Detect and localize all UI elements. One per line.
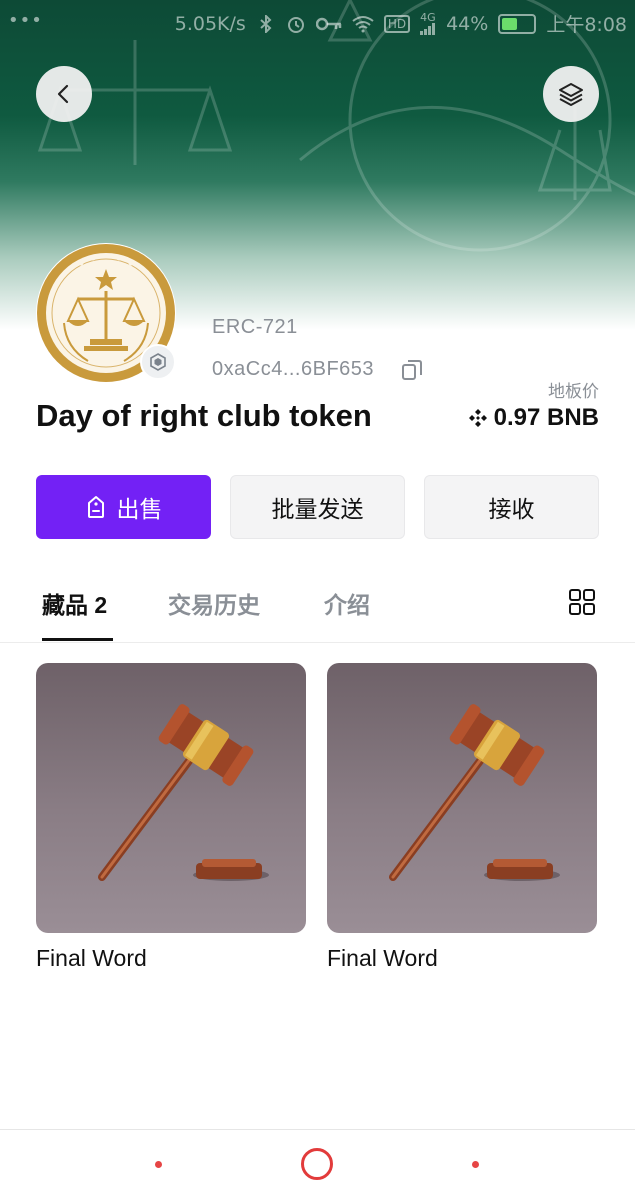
battery-icon (498, 13, 537, 34)
hd-badge: HD (383, 14, 411, 33)
nft-image (36, 663, 306, 933)
floor-price: 0.97 BNB (468, 404, 599, 432)
tab-introduction[interactable]: 介绍 (324, 586, 370, 620)
signal-icon (420, 23, 436, 35)
active-tab-indicator (42, 638, 113, 641)
token-standard: ERC-721 (212, 316, 298, 338)
nft-card[interactable]: Final Word (327, 663, 597, 972)
chain-cube-icon (150, 353, 166, 371)
alarm-icon (287, 16, 304, 33)
floor-price-label: 地板价 (548, 382, 599, 401)
status-right: 5.05K/s HD 4G 44% 上午8:08 (175, 10, 627, 37)
price-tag-icon (87, 496, 104, 518)
nft-image (327, 663, 597, 933)
floor-price-value: 0.97 BNB (493, 404, 599, 431)
sell-button[interactable]: 出售 (36, 475, 211, 539)
back-button[interactable] (36, 66, 92, 122)
clock: 上午8:08 (546, 14, 627, 36)
layers-button[interactable] (543, 66, 599, 122)
nav-home-button[interactable] (301, 1148, 333, 1180)
sell-label: 出售 (116, 496, 163, 522)
chevron-left-icon (57, 84, 69, 104)
receive-label: 接收 (488, 496, 535, 522)
bluetooth-icon (260, 14, 272, 33)
status-dots: ••• (8, 10, 43, 31)
nft-name: Final Word (36, 945, 147, 971)
status-bar: ••• 5.05K/s HD 4G 44% 上午8:08 (0, 0, 635, 44)
network-type: 4G (420, 12, 436, 35)
gavel-image (389, 704, 560, 881)
bnb-chain-icon (140, 344, 176, 380)
bottom-nav-divider (0, 1129, 635, 1130)
collection-title: Day of right club token (36, 398, 372, 433)
tab-trade-history[interactable]: 交易历史 (168, 586, 260, 620)
receive-button[interactable]: 接收 (424, 475, 599, 539)
nav-recent-button[interactable] (472, 1161, 479, 1168)
bnb-icon (468, 409, 487, 427)
nft-name: Final Word (327, 945, 438, 971)
key-icon (315, 17, 342, 30)
copy-icon[interactable] (401, 359, 423, 381)
tabs-divider (0, 642, 635, 643)
batch-send-label: 批量发送 (271, 496, 364, 522)
gavel-image (98, 704, 269, 881)
contract-address: 0xaCc4...6BF653 (212, 358, 375, 380)
nft-card[interactable]: Final Word (36, 663, 306, 972)
wifi-icon (352, 15, 374, 32)
nav-back-button[interactable] (155, 1161, 162, 1168)
grid-view-icon[interactable] (568, 588, 596, 616)
net-speed: 5.05K/s (174, 12, 246, 35)
battery-fill (502, 17, 518, 30)
batch-send-button[interactable]: 批量发送 (230, 475, 405, 539)
layers-icon (559, 83, 583, 106)
battery-percent: 44% (446, 12, 489, 35)
tab-collection[interactable]: 藏品 2 (42, 586, 107, 620)
